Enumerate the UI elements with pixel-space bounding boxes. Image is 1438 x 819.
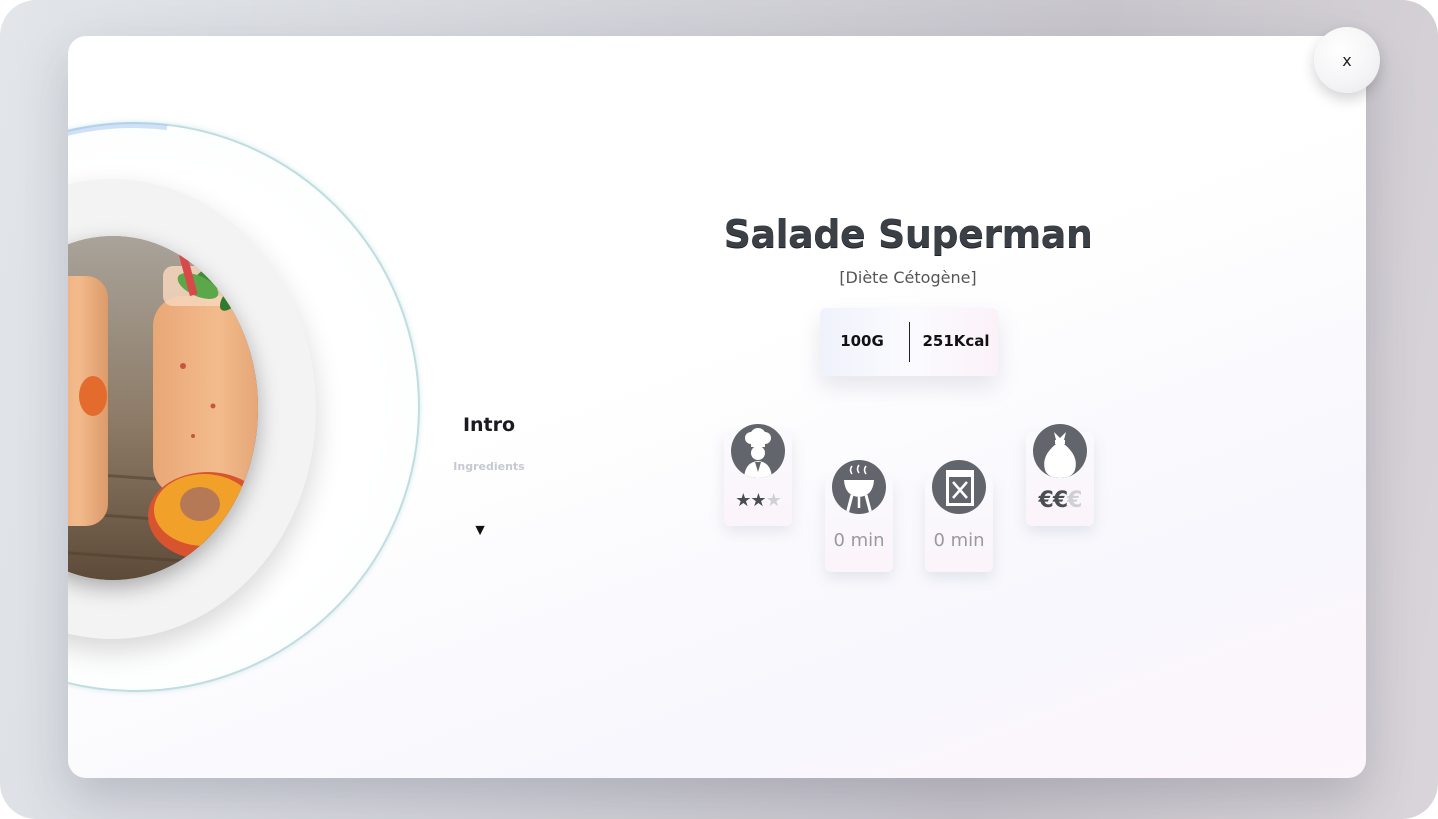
difficulty-card: ★★★ bbox=[724, 424, 792, 526]
recipe-book-icon bbox=[932, 460, 986, 514]
difficulty-rating: ★★★ bbox=[724, 490, 792, 511]
preparation-time-card: 0 min bbox=[925, 460, 993, 572]
cooking-time-value: 0 min bbox=[833, 530, 885, 551]
recipe-modal: Intro Ingredients ▼ Salade Superman [Diè… bbox=[68, 36, 1366, 778]
recipe-diet: [Diète Cétogène] bbox=[839, 268, 977, 287]
preparation-time-value: 0 min bbox=[933, 530, 985, 551]
intro-heading[interactable]: Intro bbox=[448, 414, 530, 436]
scroll-down-arrow-icon[interactable]: ▼ bbox=[468, 519, 492, 543]
cost-card: €€€ bbox=[1026, 424, 1094, 526]
calories-value: 251Kcal bbox=[922, 332, 990, 350]
difficulty-stars-empty: ★ bbox=[765, 490, 782, 511]
stats-divider bbox=[909, 322, 910, 362]
cost-euros-empty: € bbox=[1067, 488, 1082, 513]
difficulty-stars-filled: ★★ bbox=[735, 490, 766, 511]
recipe-title: Salade Superman bbox=[723, 212, 1093, 256]
cost-rating: €€€ bbox=[1026, 488, 1094, 513]
cost-euros-filled: €€ bbox=[1038, 488, 1069, 513]
ingredients-link[interactable]: Ingredients bbox=[428, 460, 550, 473]
cooking-time-card: 0 min bbox=[825, 460, 893, 572]
nutrition-stats: 100G 251Kcal bbox=[820, 308, 998, 376]
weight-value: 100G bbox=[840, 332, 884, 350]
money-bag-icon bbox=[1033, 424, 1087, 478]
chef-icon bbox=[731, 424, 785, 478]
close-button[interactable]: x bbox=[1314, 27, 1380, 93]
grill-icon bbox=[832, 460, 886, 514]
